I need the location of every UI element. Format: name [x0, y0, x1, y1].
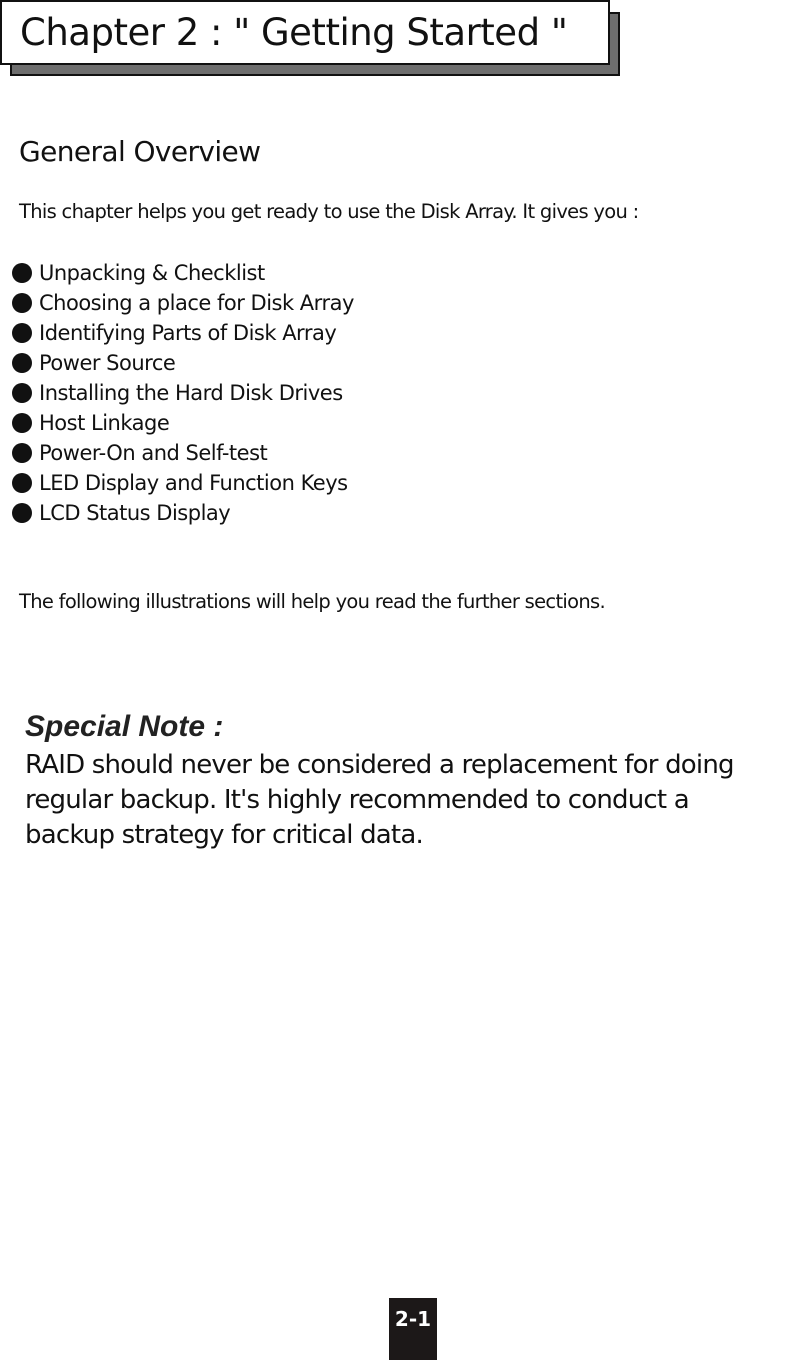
topic-item: Unpacking & Checklist — [12, 258, 354, 288]
bullet-icon — [12, 473, 32, 493]
special-note-line: regular backup. It's highly recommended … — [25, 785, 690, 815]
special-note-line: backup strategy for critical data. — [25, 820, 424, 850]
topic-label: Unpacking & Checklist — [39, 261, 265, 285]
topic-label: LED Display and Function Keys — [39, 471, 348, 495]
intro-text: This chapter helps you get ready to use … — [19, 200, 639, 223]
section-heading: General Overview — [19, 135, 261, 168]
topic-label: Power-On and Self-test — [39, 441, 268, 465]
topic-item: LCD Status Display — [12, 498, 354, 528]
topic-label: Choosing a place for Disk Array — [39, 291, 354, 315]
topic-list: Unpacking & Checklist Choosing a place f… — [12, 258, 354, 528]
bullet-icon — [12, 383, 32, 403]
topic-label: Identifying Parts of Disk Array — [39, 321, 337, 345]
bullet-icon — [12, 293, 32, 313]
following-text: The following illustrations will help yo… — [19, 590, 606, 613]
topic-item: Power-On and Self-test — [12, 438, 354, 468]
topic-item: LED Display and Function Keys — [12, 468, 354, 498]
topic-label: Power Source — [39, 351, 176, 375]
topic-label: Host Linkage — [39, 411, 170, 435]
chapter-title: Chapter 2 : " Getting Started " — [20, 11, 568, 54]
chapter-banner-box: Chapter 2 : " Getting Started " — [0, 0, 610, 65]
topic-item: Identifying Parts of Disk Array — [12, 318, 354, 348]
topic-item: Choosing a place for Disk Array — [12, 288, 354, 318]
bullet-icon — [12, 323, 32, 343]
bullet-icon — [12, 263, 32, 283]
special-note-body: RAID should never be considered a replac… — [25, 748, 788, 853]
special-note-title: Special Note : — [25, 710, 224, 743]
bullet-icon — [12, 413, 32, 433]
topic-item: Host Linkage — [12, 408, 354, 438]
bullet-icon — [12, 353, 32, 373]
topic-label: LCD Status Display — [39, 501, 231, 525]
bullet-icon — [12, 503, 32, 523]
topic-item: Installing the Hard Disk Drives — [12, 378, 354, 408]
bullet-icon — [12, 443, 32, 463]
topic-label: Installing the Hard Disk Drives — [39, 381, 343, 405]
special-note-line: RAID should never be considered a replac… — [25, 750, 735, 780]
page-number: 2-1 — [389, 1298, 437, 1360]
topic-item: Power Source — [12, 348, 354, 378]
